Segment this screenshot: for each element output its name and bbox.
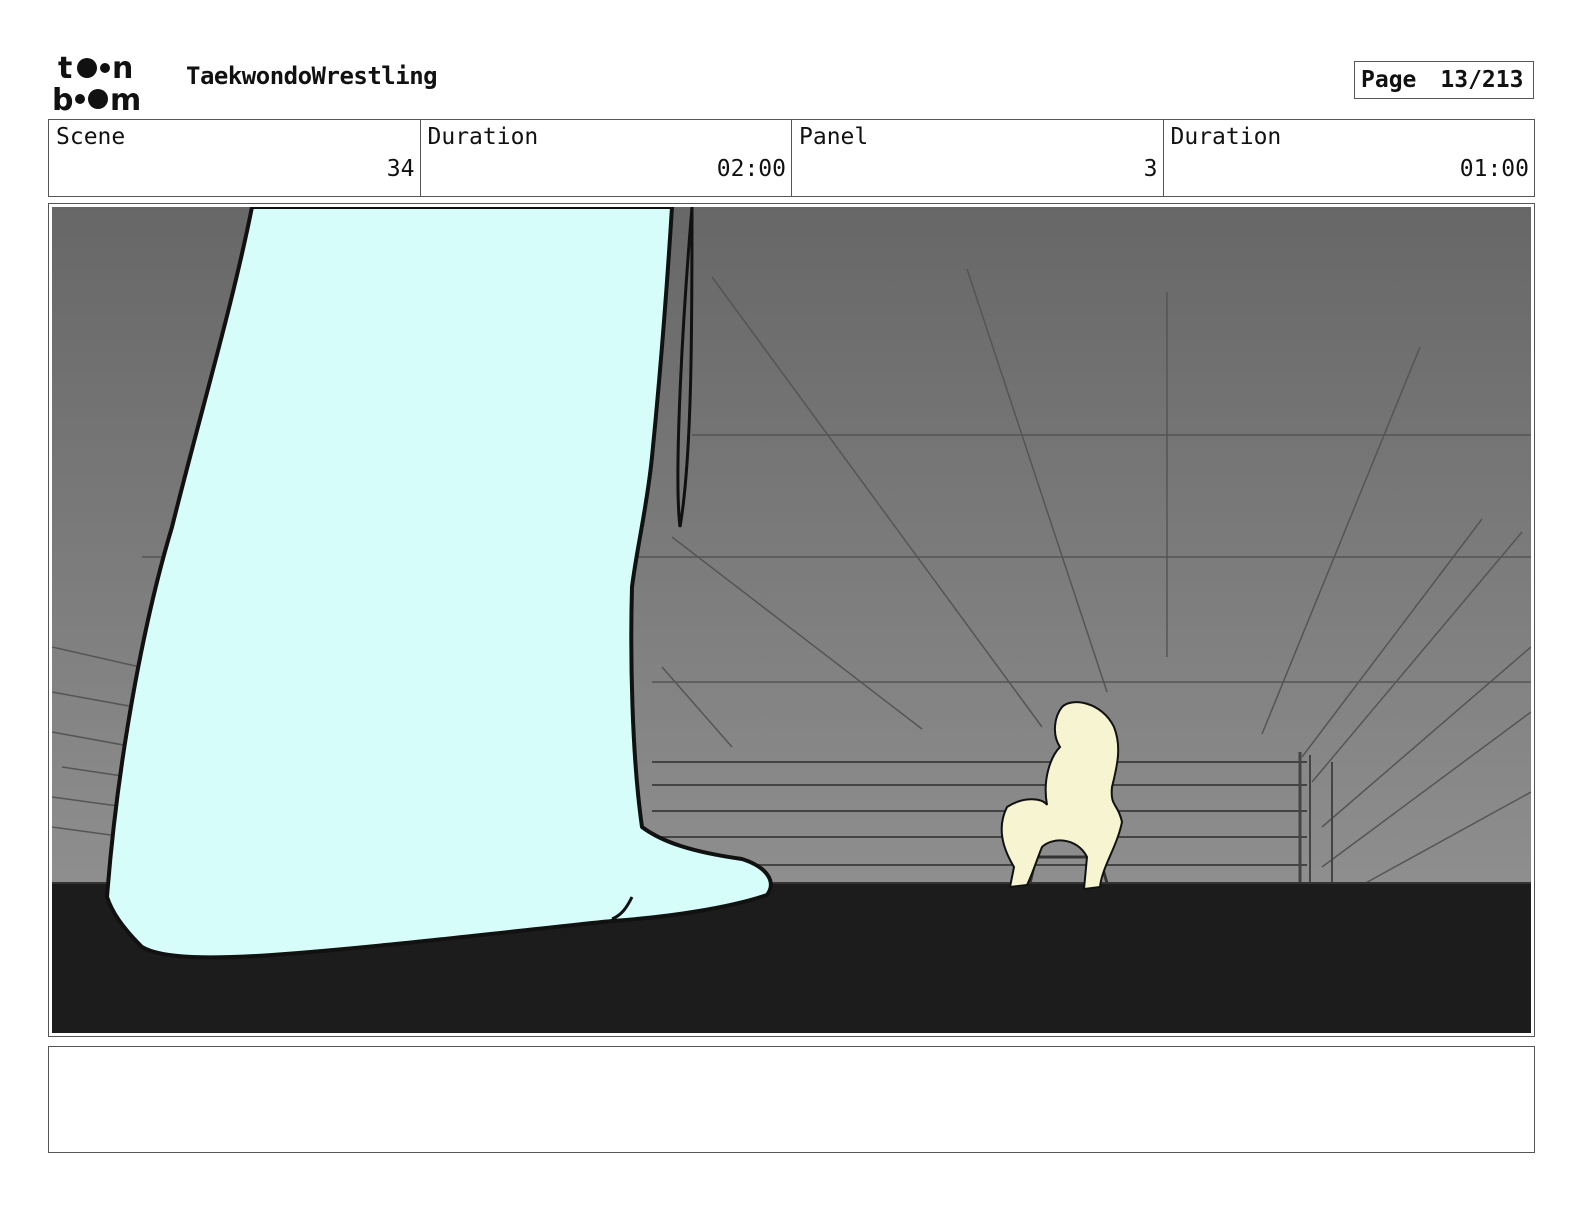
page-number: 13/213 [1440, 67, 1524, 93]
scene-cell: Scene 34 [49, 120, 421, 196]
panel-number: 3 [1143, 156, 1158, 182]
page-indicator: Page 13/213 [1354, 61, 1534, 99]
scene-duration-value: 02:00 [716, 156, 786, 182]
panel-label: Panel [799, 124, 869, 150]
toon-boom-logo: t n b m [52, 51, 141, 114]
panel-notes-box [48, 1046, 1535, 1153]
scene-info-table: Scene 34 Duration 02:00 Panel 3 Duration… [48, 119, 1535, 197]
page-label: Page [1361, 67, 1417, 93]
storyboard-panel-frame [48, 203, 1535, 1037]
panel-cell: Panel 3 [792, 120, 1164, 196]
scene-duration-cell: Duration 02:00 [421, 120, 792, 196]
panel-duration-label: Duration [1170, 124, 1282, 150]
project-title: TaekwondoWrestling [186, 62, 438, 90]
svg-text:b: b [52, 83, 73, 114]
svg-text:m: m [110, 83, 141, 114]
svg-text:n: n [112, 51, 133, 86]
scene-number: 34 [386, 156, 415, 182]
panel-duration-value: 01:00 [1459, 156, 1529, 182]
svg-text:t: t [58, 51, 72, 86]
scene-label: Scene [56, 124, 126, 150]
storyboard-panel-drawing [52, 207, 1531, 1033]
scene-duration-label: Duration [427, 124, 539, 150]
panel-duration-cell: Duration 01:00 [1164, 120, 1535, 196]
